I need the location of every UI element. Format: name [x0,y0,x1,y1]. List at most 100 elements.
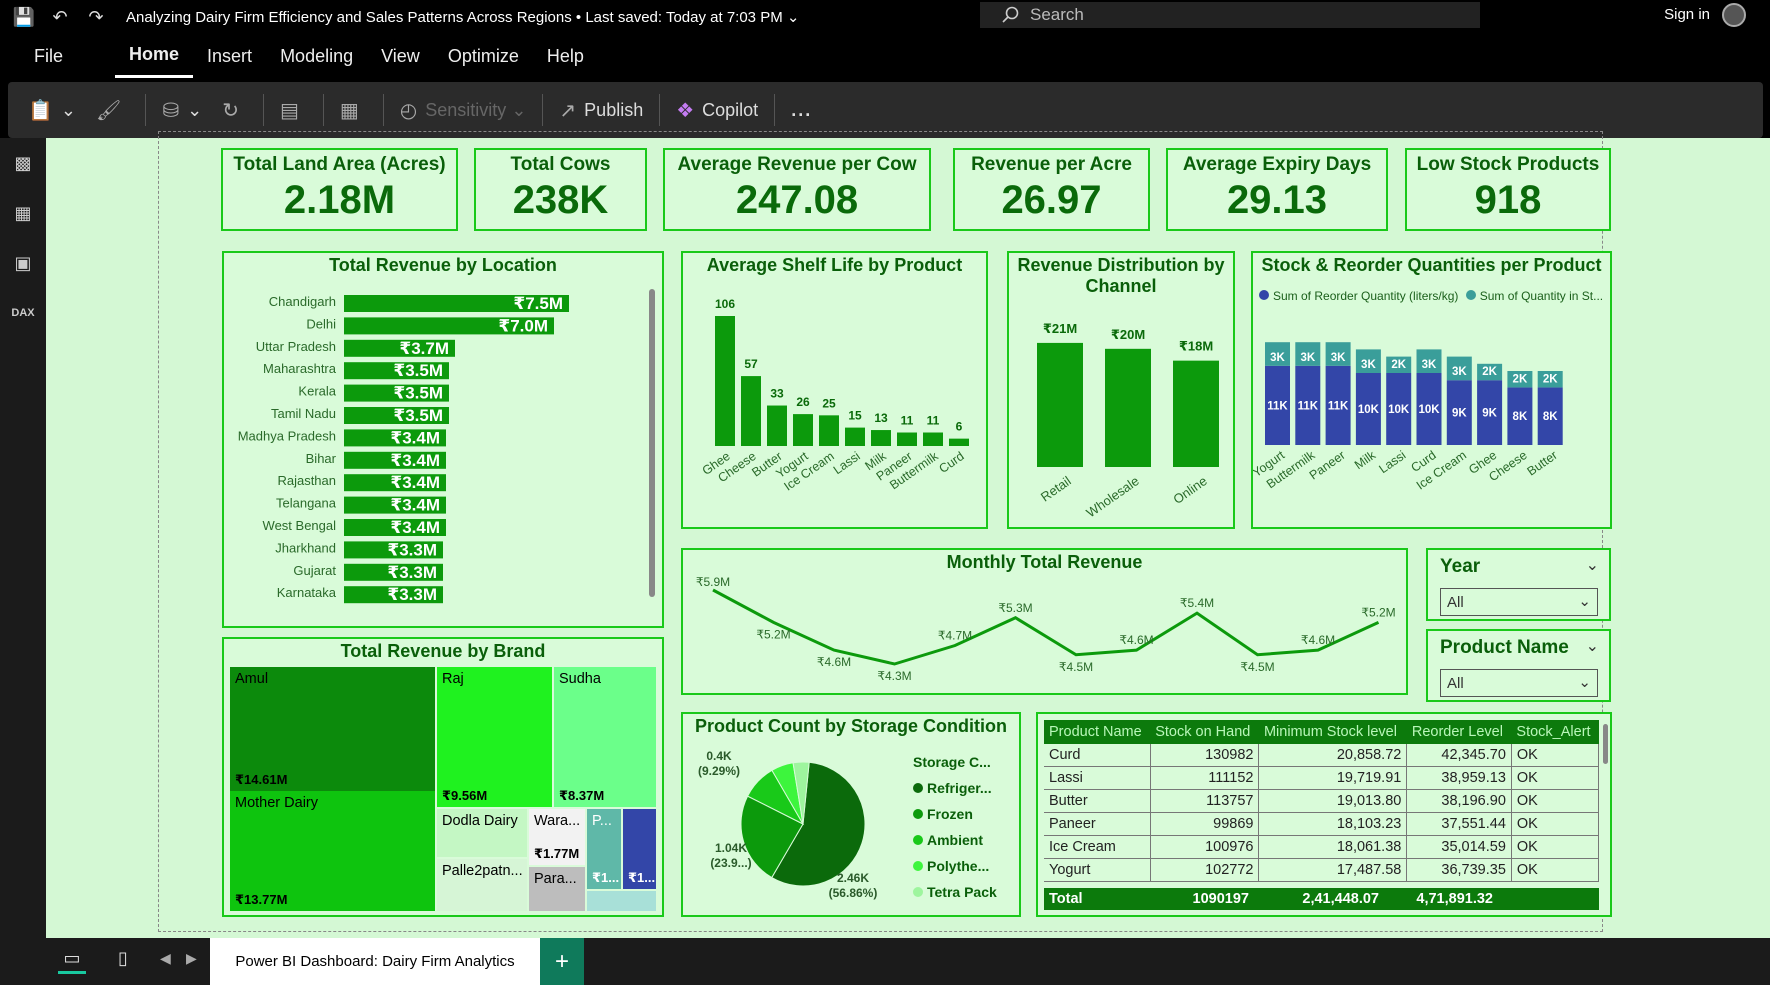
save-icon[interactable]: 💾 [12,7,36,28]
bar[interactable] [845,427,865,446]
kpi-card[interactable]: Average Expiry Days 29.13 [1166,148,1388,231]
bar[interactable] [1105,348,1151,467]
kpi-card[interactable]: Average Revenue per Cow 247.08 [663,148,931,231]
menu-insert[interactable]: Insert [193,34,266,78]
dax-query-icon[interactable]: DAX [0,288,46,338]
bar[interactable] [923,432,943,446]
more-options-button[interactable]: ... [781,90,822,130]
chevron-down-icon[interactable]: ⌄ [1586,555,1599,575]
menu-optimize[interactable]: Optimize [434,34,533,78]
refresh-button[interactable]: ↻ [212,90,257,130]
treemap-tile[interactable]: Mother Dairy ₹13.77M [230,791,435,911]
treemap-tile[interactable]: Palle2patn... [437,859,527,911]
table-row[interactable]: Yogurt 102772 17,487.58 36,739.35 OK [1044,858,1599,882]
desktop-view-icon[interactable]: ▭ [58,948,86,974]
model-view-icon[interactable]: ▣ [0,238,46,288]
menu-help[interactable]: Help [533,34,598,78]
search-box[interactable]: Search [980,2,1480,28]
get-data-button[interactable]: ⛁ ⌄ [152,90,212,130]
sign-in-link[interactable]: Sign in [1664,6,1710,23]
column-header[interactable]: Stock_Alert [1511,720,1599,744]
scrollbar[interactable] [1603,724,1608,764]
year-slicer[interactable]: Year ⌄ All ⌄ [1426,548,1611,621]
bar[interactable] [715,316,735,446]
series-line[interactable] [712,588,1380,666]
table-view-icon[interactable]: ▦ [0,188,46,238]
column-header[interactable]: Stock on Hand [1150,720,1259,744]
table-row[interactable]: Ice Cream 100976 18,061.38 35,014.59 OK [1044,835,1599,859]
bar[interactable] [1037,342,1083,467]
bar[interactable] [741,376,761,446]
undo-icon[interactable]: ↶ [48,7,72,28]
treemap-tile[interactable]: Sudha ₹8.37M [554,667,656,807]
new-visual-button[interactable]: ▤ [270,90,317,130]
kpi-card[interactable]: Total Cows 238K [474,148,647,231]
page-tab[interactable]: Power BI Dashboard: Dairy Firm Analytics [210,938,540,985]
treemap-tile[interactable]: Raj ₹9.56M [437,667,552,807]
prev-page-icon[interactable]: ◀ [160,950,171,967]
calculator-button[interactable]: ▦ [330,90,377,130]
legend-item[interactable]: Polythe... [913,858,997,874]
report-view-icon[interactable]: ▩ [0,138,46,188]
channel-chart[interactable]: Revenue Distribution by Channel ₹21M Reta… [1007,251,1235,529]
menu-file[interactable]: File [20,34,77,78]
avatar[interactable] [1722,3,1746,27]
table-row[interactable]: Lassi 111152 19,719.91 38,959.13 OK [1044,766,1599,790]
kpi-card[interactable]: Revenue per Acre 26.97 [953,148,1150,231]
publish-button[interactable]: ↗ Publish [549,90,653,130]
legend-item[interactable]: Tetra Pack [913,884,997,900]
document-title[interactable]: Analyzing Dairy Firm Efficiency and Sale… [126,8,799,26]
kpi-card[interactable]: Low Stock Products 918 [1405,148,1611,231]
stock-reorder-chart[interactable]: Stock & Reorder Quantities per Product S… [1251,251,1612,529]
category-label: Uttar Pradesh [256,339,336,354]
legend-item[interactable]: Refriger... [913,780,997,796]
copilot-button[interactable]: ❖ Copilot [666,90,768,130]
table-row[interactable]: Curd 130982 20,858.72 42,345.70 OK [1044,744,1599,767]
category-label: West Bengal [263,518,337,533]
brand-treemap[interactable]: Total Revenue by Brand Amul ₹14.61M Mother… [222,637,664,917]
table-row[interactable]: Paneer 99869 18,103.23 37,551.44 OK [1044,812,1599,836]
treemap-tile[interactable]: P... ₹1... [587,809,621,889]
treemap-tile[interactable]: Amul ₹14.61M [230,667,435,791]
product-dropdown[interactable]: All ⌄ [1440,669,1598,697]
treemap-tile[interactable]: Wara... ₹1.77M [529,809,585,865]
bar[interactable] [1173,360,1219,467]
mobile-view-icon[interactable]: ▯ [118,948,128,969]
location-chart[interactable]: Total Revenue by Location Chandigarh ₹7.5… [222,251,664,628]
column-header[interactable]: Product Name [1044,720,1151,744]
kpi-card[interactable]: Total Land Area (Acres) 2.18M [221,148,458,231]
menu-view[interactable]: View [367,34,434,78]
bar[interactable] [793,414,813,446]
sensitivity-button[interactable]: ◴ Sensitivity ⌄ [390,90,537,130]
bar[interactable] [819,415,839,446]
stock-table-card[interactable]: Product Name Stock on Hand Minimum Stock l… [1036,712,1612,917]
next-page-icon[interactable]: ▶ [186,950,197,967]
legend-item[interactable]: Ambient [913,832,997,848]
format-painter-button[interactable]: 🖌 [86,90,139,130]
bar[interactable] [767,405,787,446]
chevron-down-icon[interactable]: ⌄ [1586,636,1599,656]
table-row[interactable]: Butter 113757 19,013.80 38,196.90 OK [1044,789,1599,813]
bar[interactable] [897,432,917,446]
paste-button[interactable]: 📋 ⌄ [18,90,86,130]
menu-modeling[interactable]: Modeling [266,34,367,78]
legend-item[interactable]: Frozen [913,806,997,822]
treemap-tile[interactable]: ₹1... [623,809,656,889]
bar[interactable] [871,430,891,446]
year-dropdown[interactable]: All ⌄ [1440,588,1598,616]
column-header[interactable]: Minimum Stock level [1258,720,1407,744]
treemap-tile[interactable] [587,891,656,911]
scrollbar[interactable] [649,289,655,597]
shelf-life-chart[interactable]: Average Shelf Life by Product 106 Ghee 57 C… [681,251,988,529]
add-page-button[interactable]: + [540,938,584,985]
storage-pie-chart[interactable]: Product Count by Storage Condition 2.46K… [681,712,1021,917]
redo-icon[interactable]: ↷ [84,7,108,28]
monthly-revenue-chart[interactable]: Monthly Total Revenue ₹5.9M ₹5.2M ₹4.6M ₹4.… [681,548,1408,695]
treemap-tile[interactable]: Para... [529,867,585,911]
product-slicer[interactable]: Product Name ⌄ All ⌄ [1426,629,1611,702]
bar[interactable] [949,438,969,446]
menu-home[interactable]: Home [115,34,194,78]
column-header[interactable]: Reorder Level [1406,720,1512,744]
category-label: Maharashtra [263,361,337,376]
treemap-tile[interactable]: Dodla Dairy [437,809,527,857]
